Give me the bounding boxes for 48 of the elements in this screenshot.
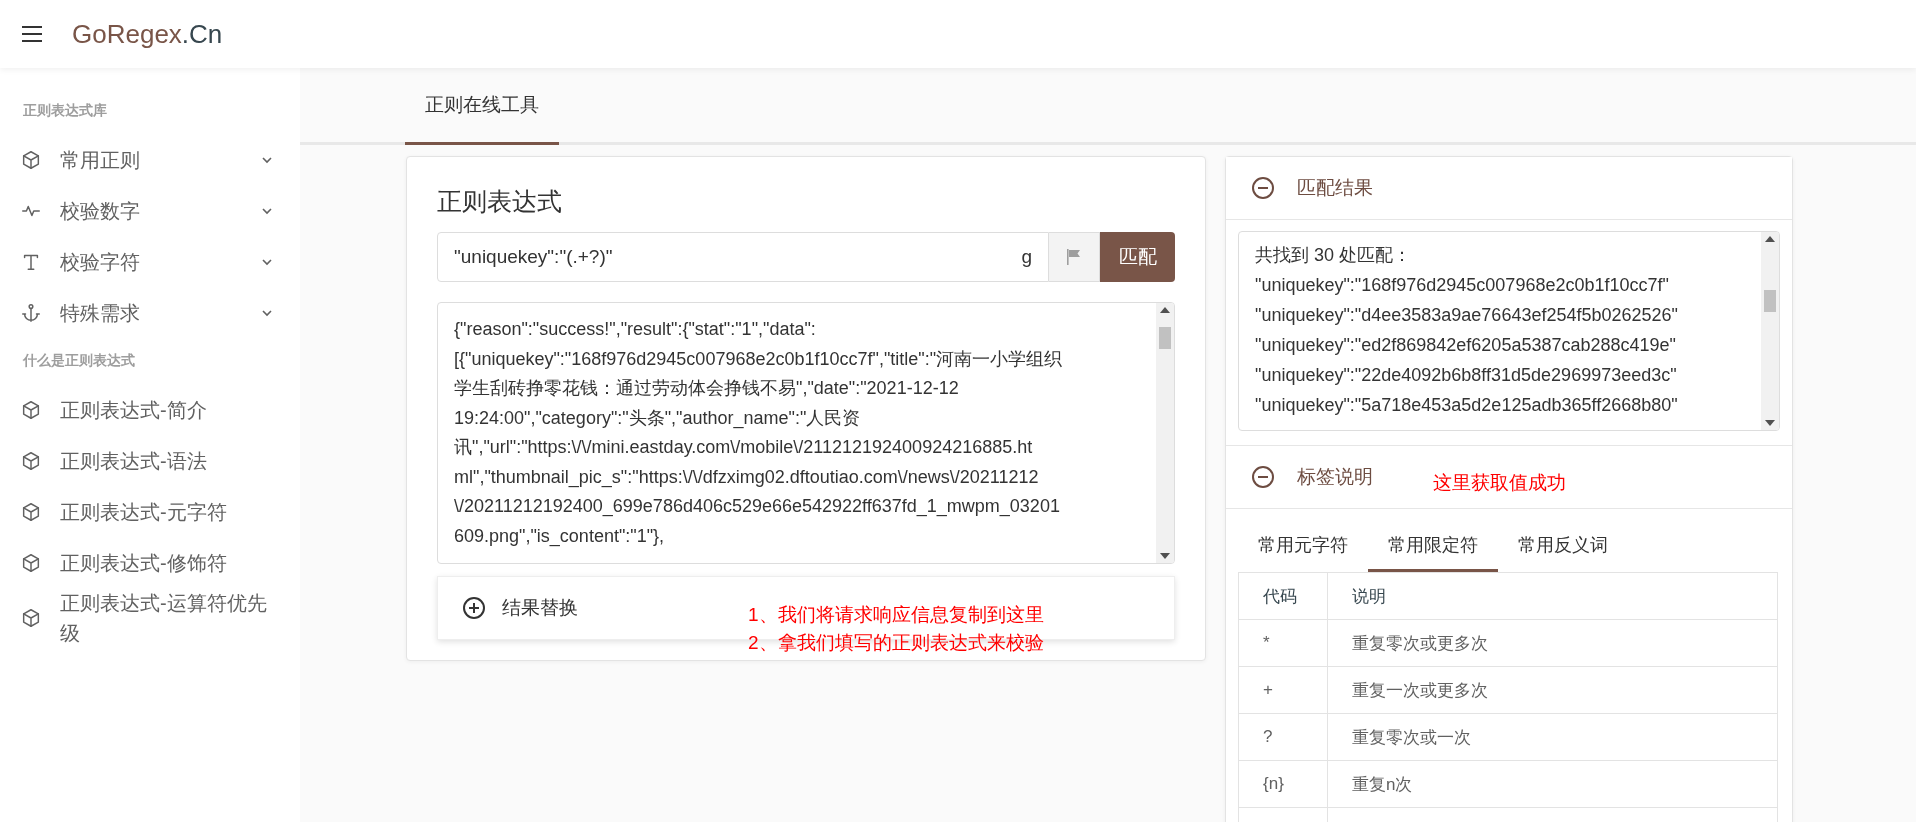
menu-icon[interactable] [20, 24, 44, 44]
match-button[interactable]: 匹配 [1100, 232, 1175, 282]
cube-icon [20, 449, 42, 472]
table-cell: 重复一次或更多次 [1327, 666, 1778, 714]
column-header: 代码 [1238, 572, 1328, 620]
table-cell: * [1238, 619, 1328, 667]
sidebar-section-heading: 什么是正则表达式 [22, 351, 136, 370]
plus-circle-icon [462, 596, 486, 620]
annotation-text: 这里获取值成功 [1433, 471, 1566, 495]
table-cell: ? [1238, 713, 1328, 761]
section-label: 标签说明 [1297, 465, 1373, 489]
anchor-icon [20, 301, 42, 324]
text-input-area[interactable]: {"reason":"success!","result":{"stat":"1","data": [{"uniquekey":"168f976d2945c007968e2c0b1f10cc7f","title":"河南一小学组织 学生刮砖挣零花钱：通过劳动体会挣钱不易","date":"2021-12-12 19:24:00","category":"头条","author_name":"人民资 讯","url":"https:\/\/mini.eastday.com\/mobile\/211212192400924216885.ht ml","thumbnail_pic_s":"https:\/\/dfzximg02.dftoutiao.com\/news\/20211212 \/20211212192400_699e786d406c529e66e542922ff637fd_1_mwpm_03201 609.png","is_content":"1"}, [437, 302, 1175, 564]
panel-title: 正则表达式 [437, 186, 563, 217]
sidebar-item[interactable]: 正则表达式-简介 [0, 384, 300, 435]
column-header: 说明 [1327, 572, 1778, 620]
table-cell: 重复零次或一次 [1327, 713, 1778, 761]
table-cell: + [1238, 666, 1328, 714]
minus-circle-icon [1251, 465, 1275, 489]
annotation-text: 1、我们将请求响应信息复制到这里 [748, 603, 1044, 627]
legend-tab[interactable]: 常用元字符 [1238, 521, 1368, 572]
cube-icon [20, 607, 42, 629]
tool-tab[interactable]: 正则在线工具 [405, 68, 559, 145]
sidebar-item[interactable]: 特殊需求 [0, 287, 300, 338]
results-header[interactable]: 匹配结果 [1226, 157, 1792, 220]
table-cell: 重复n次 [1327, 760, 1778, 808]
sidebar-item[interactable]: 校验字符 [0, 236, 300, 287]
sidebar-item[interactable]: 正则表达式-元字符 [0, 486, 300, 537]
pattern-input[interactable]: "uniquekey":"(.+?)" g [437, 232, 1049, 282]
sidebar-item[interactable]: 常用正则 [0, 134, 300, 185]
section-label: 结果替换 [502, 596, 578, 620]
results-output: 共找到 30 处匹配： "uniquekey":"168f976d2945c007968e2c0b1f10cc7f" "uniquekey":"d4ee3583a9ae76643ef254f5b0262526" "uniquekey":"ed2f869842ef6205a5387cab288c419e" "uniquekey":"22de4092b6b8ff31d5de2969973eed3c" "uniquekey":"5a718e453a5d2e125adb365ff2668b80" [1238, 231, 1780, 431]
sidebar-section-heading: 正则表达式库 [22, 101, 108, 120]
cube-icon [20, 398, 42, 421]
cube-icon [20, 551, 42, 574]
section-label: 匹配结果 [1297, 176, 1373, 200]
cube-icon [20, 500, 42, 523]
table-cell: 重复零次或更多次 [1327, 619, 1778, 667]
sidebar-item[interactable]: 正则表达式-修饰符 [0, 537, 300, 588]
sidebar-item[interactable]: 正则表达式-运算符优先级 [0, 588, 300, 648]
legend-tab[interactable]: 常用限定符 [1368, 521, 1498, 572]
legend-tab[interactable]: 常用反义词 [1498, 521, 1628, 572]
minus-circle-icon [1251, 176, 1275, 200]
site-logo[interactable]: GoRegex.Cn [72, 18, 223, 50]
table-cell: {n} [1238, 760, 1328, 808]
cube-icon [20, 148, 42, 171]
sidebar-item[interactable]: 校验数字 [0, 185, 300, 236]
sidebar-item[interactable]: 正则表达式-语法 [0, 435, 300, 486]
